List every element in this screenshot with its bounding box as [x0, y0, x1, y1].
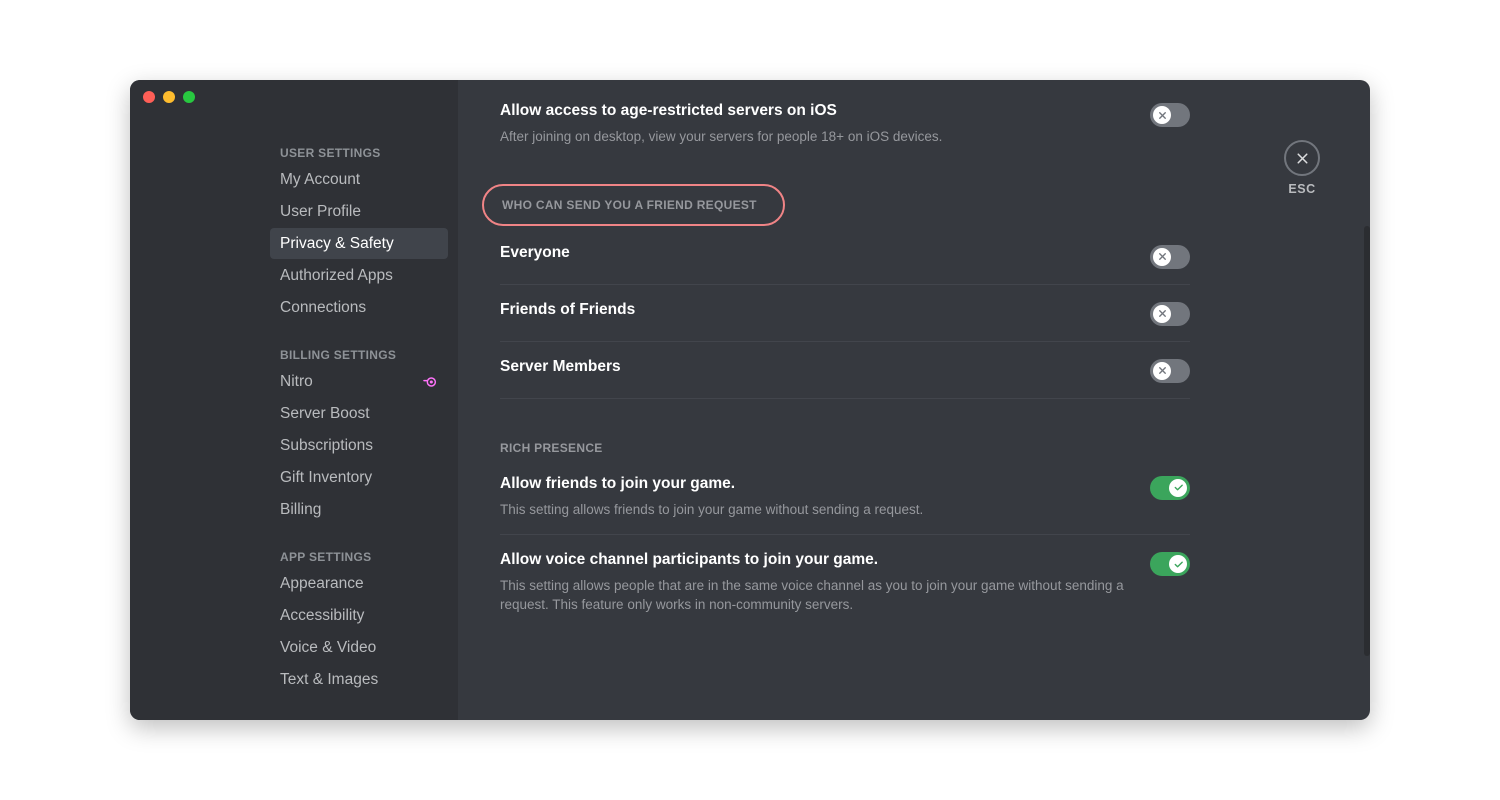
- close-button[interactable]: [1284, 140, 1320, 176]
- sidebar-item-authorized-apps[interactable]: Authorized Apps: [270, 260, 448, 291]
- sidebar-item-gift-inventory[interactable]: Gift Inventory: [270, 462, 448, 493]
- sidebar-item-connections[interactable]: Connections: [270, 292, 448, 323]
- toggle-rich-0[interactable]: [1150, 476, 1190, 500]
- setting-row-rich-0: Allow friends to join your game. This set…: [500, 459, 1190, 536]
- setting-title: Friends of Friends: [500, 301, 1130, 319]
- check-icon: [1173, 559, 1184, 570]
- window-controls: [143, 91, 195, 103]
- sidebar-item-my-account[interactable]: My Account: [270, 164, 448, 195]
- sidebar-item-accessibility[interactable]: Accessibility: [270, 600, 448, 631]
- x-icon: [1157, 308, 1168, 319]
- setting-desc: This setting allows friends to join your…: [500, 501, 1130, 520]
- close-settings: ESC: [1284, 140, 1320, 196]
- sidebar-item-label: User Profile: [280, 203, 361, 221]
- close-window-icon[interactable]: [143, 91, 155, 103]
- sidebar-item-billing[interactable]: Billing: [270, 494, 448, 525]
- sidebar-item-label: Billing: [280, 501, 321, 519]
- sidebar-item-label: Voice & Video: [280, 639, 376, 657]
- setting-title: Server Members: [500, 358, 1130, 376]
- settings-sidebar: USER SETTINGS My Account User Profile Priva…: [130, 80, 458, 720]
- sidebar-item-nitro[interactable]: Nitro: [270, 366, 448, 397]
- content-scrollbar[interactable]: [1364, 226, 1370, 656]
- sidebar-item-appearance[interactable]: Appearance: [270, 568, 448, 599]
- sidebar-item-subscriptions[interactable]: Subscriptions: [270, 430, 448, 461]
- sidebar-item-label: Appearance: [280, 575, 364, 593]
- setting-row-age-restricted: Allow access to age-restricted servers o…: [500, 100, 1190, 162]
- sidebar-item-label: Nitro: [280, 373, 313, 391]
- close-icon: [1294, 150, 1311, 167]
- setting-desc: This setting allows people that are in t…: [500, 577, 1130, 614]
- sidebar-item-label: Privacy & Safety: [280, 235, 394, 253]
- setting-title: Allow voice channel participants to join…: [500, 551, 1130, 569]
- toggle-friend-1[interactable]: [1150, 302, 1190, 326]
- sidebar-item-label: Server Boost: [280, 405, 370, 423]
- section-header-rich-presence: RICH PRESENCE: [500, 441, 1190, 455]
- setting-row-friend-1: Friends of Friends: [500, 285, 1190, 342]
- check-icon: [1173, 482, 1184, 493]
- sidebar-item-label: My Account: [280, 171, 360, 189]
- nitro-badge-icon: [422, 374, 438, 390]
- sidebar-item-label: Accessibility: [280, 607, 364, 625]
- sidebar-item-privacy-safety[interactable]: Privacy & Safety: [270, 228, 448, 259]
- setting-title: Allow friends to join your game.: [500, 475, 1130, 493]
- settings-window: USER SETTINGS My Account User Profile Priva…: [130, 80, 1370, 720]
- sidebar-item-label: Connections: [280, 299, 366, 317]
- setting-desc: After joining on desktop, view your serv…: [500, 128, 1130, 147]
- setting-row-rich-1: Allow voice channel participants to join…: [500, 535, 1190, 629]
- sidebar-item-user-profile[interactable]: User Profile: [270, 196, 448, 227]
- toggle-friend-0[interactable]: [1150, 245, 1190, 269]
- sidebar-item-text-images[interactable]: Text & Images: [270, 664, 448, 695]
- toggle-age-restricted[interactable]: [1150, 103, 1190, 127]
- sidebar-section-header: APP SETTINGS: [270, 544, 448, 568]
- toggle-rich-1[interactable]: [1150, 552, 1190, 576]
- setting-title: Allow access to age-restricted servers o…: [500, 102, 1130, 120]
- setting-row-friend-0: Everyone: [500, 228, 1190, 285]
- sidebar-item-voice-video[interactable]: Voice & Video: [270, 632, 448, 663]
- settings-content: Allow access to age-restricted servers o…: [458, 80, 1370, 720]
- toggle-friend-2[interactable]: [1150, 359, 1190, 383]
- sidebar-item-label: Authorized Apps: [280, 267, 393, 285]
- setting-row-friend-2: Server Members: [500, 342, 1190, 399]
- section-header-friend-request: WHO CAN SEND YOU A FRIEND REQUEST: [482, 184, 785, 226]
- minimize-window-icon[interactable]: [163, 91, 175, 103]
- sidebar-section-header: USER SETTINGS: [270, 140, 448, 164]
- sidebar-item-label: Text & Images: [280, 671, 378, 689]
- sidebar-item-label: Gift Inventory: [280, 469, 372, 487]
- zoom-window-icon[interactable]: [183, 91, 195, 103]
- close-label: ESC: [1284, 182, 1320, 196]
- setting-title: Everyone: [500, 244, 1130, 262]
- sidebar-item-label: Subscriptions: [280, 437, 373, 455]
- sidebar-section-header: BILLING SETTINGS: [270, 342, 448, 366]
- x-icon: [1157, 365, 1168, 376]
- x-icon: [1157, 251, 1168, 262]
- sidebar-item-server-boost[interactable]: Server Boost: [270, 398, 448, 429]
